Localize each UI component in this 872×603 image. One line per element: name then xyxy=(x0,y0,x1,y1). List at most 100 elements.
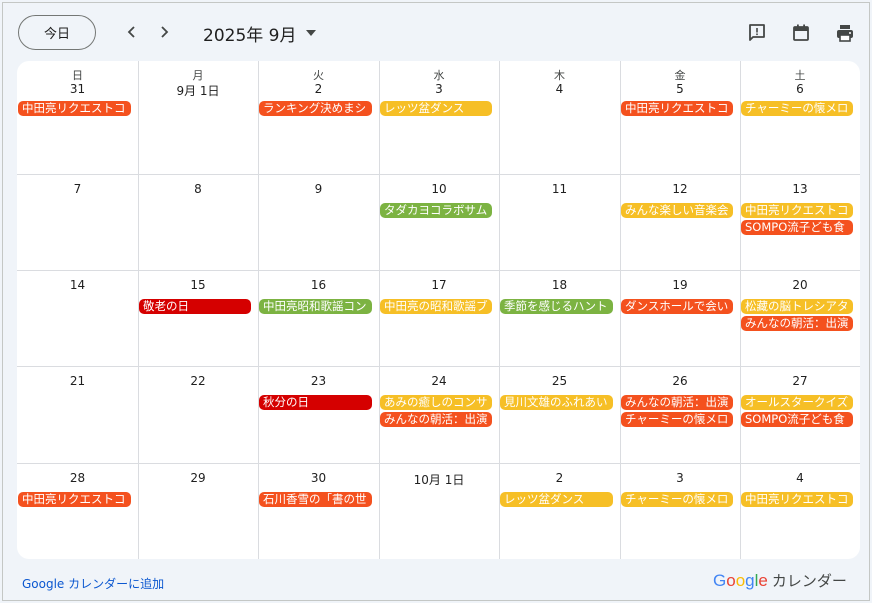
day-cell[interactable]: 26 みんなの朝活：出演 チャーミーの懐メロ xyxy=(620,366,740,463)
event-chip[interactable]: みんなの朝活：出演 xyxy=(380,412,492,427)
day-cell[interactable]: 月 9月 1日 xyxy=(138,61,258,174)
day-cell[interactable]: 3 チャーミーの懐メロ xyxy=(620,463,740,559)
event-chip[interactable]: 石川香雪の「書の世 xyxy=(259,492,372,507)
weekday-header: 日 xyxy=(72,69,83,82)
event-chip[interactable]: みんなの朝活：出演 xyxy=(621,395,733,410)
chevron-right-icon[interactable] xyxy=(151,19,177,45)
event-chip[interactable]: 中田亮リクエストコ xyxy=(741,203,853,218)
day-cell[interactable]: 16 中田亮昭和歌謡コン xyxy=(258,270,379,366)
day-number: 6 xyxy=(796,82,804,96)
day-cell[interactable]: 15 敬老の日 xyxy=(138,270,258,366)
day-cell[interactable]: 日 31 中田亮リクエストコ xyxy=(17,61,138,174)
day-cell[interactable]: 2 レッツ盆ダンス xyxy=(499,463,620,559)
day-cell[interactable]: 7 xyxy=(17,174,138,270)
day-cell[interactable]: 27 オールスタークイズ SOMPO流子ども食 xyxy=(740,366,860,463)
day-number: 22 xyxy=(190,374,206,388)
day-number: 26 xyxy=(672,374,688,388)
day-cell[interactable]: 23 秋分の日 xyxy=(258,366,379,463)
event-chip[interactable]: ダンスホールで会い xyxy=(621,299,733,314)
event-chip[interactable]: 松藏の脳トレシアタ xyxy=(741,299,853,314)
day-cell[interactable]: 17 中田亮の昭和歌謡ブ xyxy=(379,270,499,366)
day-number: 12 xyxy=(672,182,688,196)
day-number: 19 xyxy=(672,278,688,292)
event-chip[interactable]: 中田亮リクエストコ xyxy=(18,492,131,507)
google-calendar-brand[interactable]: Google カレンダー xyxy=(713,570,847,591)
day-cell[interactable]: 13 中田亮リクエストコ SOMPO流子ども食 xyxy=(740,174,860,270)
day-cell[interactable]: 土 6 チャーミーの懐メロ xyxy=(740,61,860,174)
day-number: 30 xyxy=(310,471,327,485)
month-title: 2025年 9月 xyxy=(203,26,297,46)
event-chip[interactable]: チャーミーの懐メロ xyxy=(621,492,733,507)
day-number: 31 xyxy=(69,82,86,96)
weekday-header: 土 xyxy=(794,69,806,82)
event-chip[interactable]: チャーミーの懐メロ xyxy=(621,412,733,427)
event-chip[interactable]: タダカヨコラボサム xyxy=(380,203,492,218)
day-cell[interactable]: 9 xyxy=(258,174,379,270)
event-chip[interactable]: 中田亮の昭和歌謡ブ xyxy=(380,299,492,314)
today-button[interactable]: 今日 xyxy=(18,15,96,50)
day-cell[interactable]: 4 中田亮リクエストコ xyxy=(740,463,860,559)
day-number: 24 xyxy=(431,374,447,388)
calendar-embed: 今日 2025年 9月 日 31 中田亮リクエストコ 月 9月 1日 火 2 ラ… xyxy=(2,2,870,601)
month-grid: 日 31 中田亮リクエストコ月 9月 1日火 2 ランキング決めまシ水 3 レッツ盆ダンス木 4… xyxy=(17,61,860,559)
day-cell[interactable]: 水 3 レッツ盆ダンス xyxy=(379,61,499,174)
event-chip[interactable]: SOMPO流子ども食 xyxy=(741,412,853,427)
day-number: 17 xyxy=(431,278,447,292)
day-cell[interactable]: 22 xyxy=(138,366,258,463)
event-chip[interactable]: 中田亮昭和歌謡コン xyxy=(259,299,372,314)
day-cell[interactable]: 火 2 ランキング決めまシ xyxy=(258,61,379,174)
day-number: 10 xyxy=(431,182,447,196)
event-chip[interactable]: 中田亮リクエストコ xyxy=(741,492,853,507)
day-cell[interactable]: 10月 1日 xyxy=(379,463,499,559)
day-number: 8 xyxy=(194,182,202,196)
day-cell[interactable]: 14 xyxy=(17,270,138,366)
day-cell[interactable]: 18 季節を感じるハント xyxy=(499,270,620,366)
event-chip[interactable]: ランキング決めまシ xyxy=(259,101,372,116)
day-cell[interactable]: 12 みんな楽しい音楽会 xyxy=(620,174,740,270)
weekday-header: 火 xyxy=(313,69,324,82)
event-chip[interactable]: レッツ盆ダンス xyxy=(380,101,492,116)
day-number: 9月 1日 xyxy=(176,84,220,98)
day-number: 4 xyxy=(796,471,804,485)
event-chip[interactable]: あみの癒しのコンサ xyxy=(380,395,492,410)
event-chip[interactable]: 季節を感じるハント xyxy=(500,299,613,314)
day-cell[interactable]: 10 タダカヨコラボサム xyxy=(379,174,499,270)
day-number: 28 xyxy=(69,471,86,485)
day-cell[interactable]: 木4 xyxy=(499,61,620,174)
day-cell[interactable]: 28 中田亮リクエストコ xyxy=(17,463,138,559)
event-chip[interactable]: SOMPO流子ども食 xyxy=(741,220,853,235)
day-number: 21 xyxy=(69,374,86,388)
day-cell[interactable]: 19 ダンスホールで会い xyxy=(620,270,740,366)
toolbar: 今日 2025年 9月 xyxy=(3,3,871,61)
day-cell[interactable]: 金 5 中田亮リクエストコ xyxy=(620,61,740,174)
day-cell[interactable]: 24 あみの癒しのコンサ みんなの朝活：出演 xyxy=(379,366,499,463)
day-cell[interactable]: 21 xyxy=(17,366,138,463)
brand-calendar-label: カレンダー xyxy=(771,572,847,590)
chevron-left-icon[interactable] xyxy=(119,19,145,45)
day-number: 25 xyxy=(551,374,568,388)
event-chip[interactable]: チャーミーの懐メロ xyxy=(741,101,853,116)
day-cell[interactable]: 30 石川香雪の「書の世 xyxy=(258,463,379,559)
day-number: 3 xyxy=(676,471,684,485)
event-chip[interactable]: 中田亮リクエストコ xyxy=(18,101,131,116)
day-number: 11 xyxy=(551,182,568,196)
feedback-icon[interactable] xyxy=(746,22,768,44)
event-chip[interactable]: 敬老の日 xyxy=(139,299,251,314)
event-chip[interactable]: オールスタークイズ xyxy=(741,395,853,410)
day-cell[interactable]: 29 xyxy=(138,463,258,559)
event-chip[interactable]: 見川文雄のふれあい xyxy=(500,395,613,410)
event-chip[interactable]: みんな楽しい音楽会 xyxy=(621,203,733,218)
event-chip[interactable]: 秋分の日 xyxy=(259,395,372,410)
print-icon[interactable] xyxy=(834,22,856,44)
add-to-google-calendar-link[interactable]: Google カレンダーに追加 xyxy=(22,575,164,592)
day-cell[interactable]: 20 松藏の脳トレシアタ みんなの朝活：出演 xyxy=(740,270,860,366)
day-number: 2 xyxy=(555,471,564,485)
day-cell[interactable]: 8 xyxy=(138,174,258,270)
day-cell[interactable]: 11 xyxy=(499,174,620,270)
event-chip[interactable]: レッツ盆ダンス xyxy=(500,492,613,507)
event-chip[interactable]: みんなの朝活：出演 xyxy=(741,316,853,331)
month-selector[interactable]: 2025年 9月 xyxy=(203,21,317,46)
event-chip[interactable]: 中田亮リクエストコ xyxy=(621,101,733,116)
calendar-icon[interactable] xyxy=(790,22,812,44)
day-cell[interactable]: 25 見川文雄のふれあい xyxy=(499,366,620,463)
